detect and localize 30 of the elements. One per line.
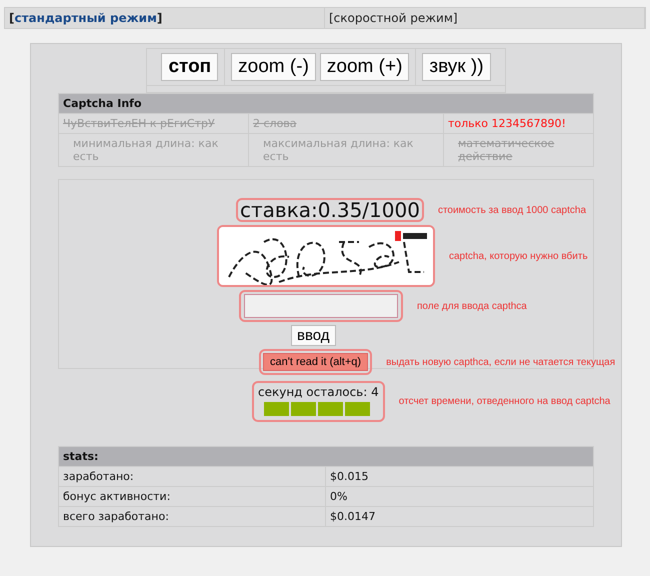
captcha-input[interactable]	[244, 294, 398, 318]
toolbar-button[interactable]: zoom (-)	[231, 53, 316, 81]
note-text: отсчет времени, отведенного на ввод captcha	[398, 396, 610, 407]
toolbar-button[interactable]: zoom (+)	[320, 53, 410, 81]
table-header: stats:	[59, 447, 593, 466]
table-cell: ЧуВствиТелЕН к рЕгиСтрУ	[59, 114, 249, 133]
table-header: Captcha Info	[59, 94, 593, 113]
note-text: captcha, которую нужно вбить	[449, 250, 588, 262]
note-text: стоимость за ввод 1000 captcha	[438, 204, 586, 216]
table-cell-text: $0.015	[329, 469, 370, 485]
note-text: поле для ввода capthca	[417, 300, 527, 312]
note-text: выдать новую capthca, если не чатается текущая	[386, 356, 616, 368]
table-cell: бонус активности:	[59, 487, 326, 506]
table-cell: всего заработано:	[59, 507, 326, 526]
skip-button[interactable]: can't read it (alt+q)	[263, 353, 368, 371]
mode-tab[interactable]: [стандартный режим]	[5, 8, 325, 28]
table-cell-text: только 1234567890!	[447, 116, 567, 132]
table-cell: заработано:	[59, 467, 326, 486]
toolbar-button[interactable]: стоп	[161, 53, 218, 81]
table-cell: 2 слова	[249, 114, 444, 133]
table-cell-text: $0.0147	[329, 509, 376, 525]
table-cell: минимальная длина: как есть	[59, 134, 249, 166]
rate-label: ставка:0.35/1000	[236, 198, 424, 222]
table-cell-text: 0%	[329, 489, 348, 505]
timer-label: секунд осталось: 4	[258, 385, 379, 399]
toolbar-button[interactable]: звук ))	[422, 53, 491, 81]
submit-button[interactable]: ввод	[291, 325, 336, 346]
table-cell: максимальная длина: как есть	[249, 134, 444, 166]
mode-tab[interactable]: [скоростной режим]	[325, 8, 645, 28]
table-cell-text: математическое действие	[457, 136, 556, 165]
